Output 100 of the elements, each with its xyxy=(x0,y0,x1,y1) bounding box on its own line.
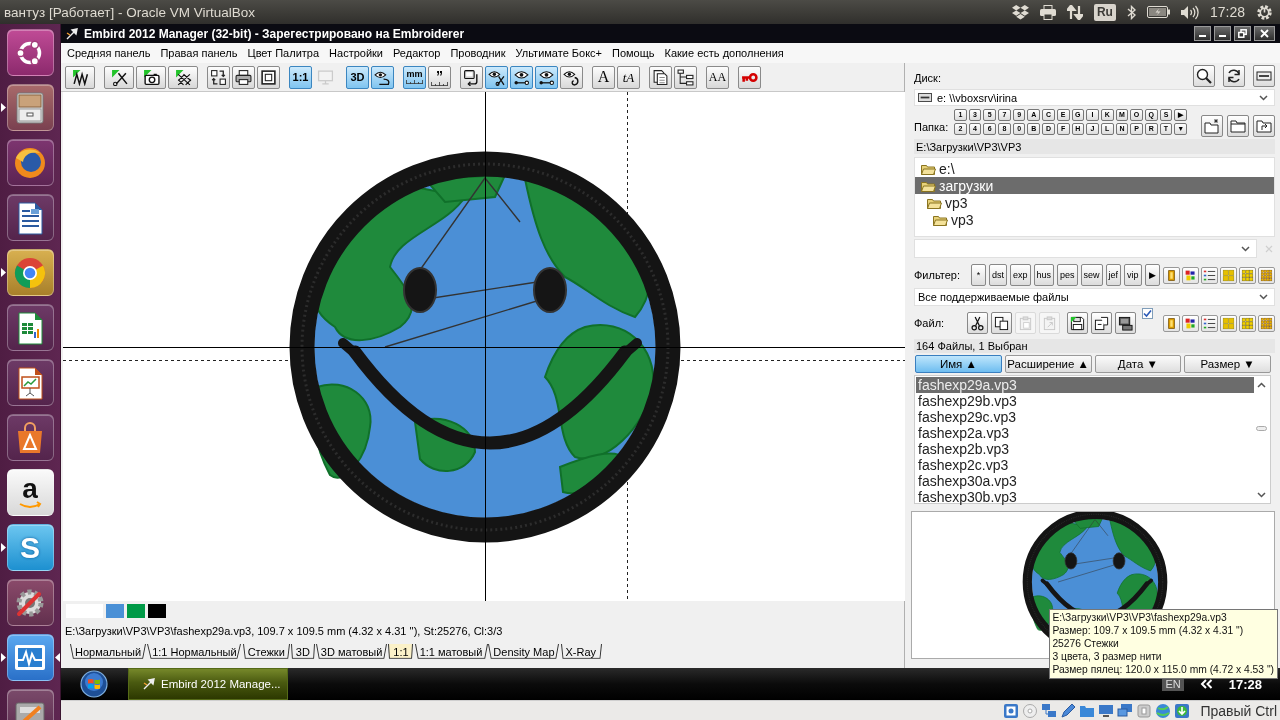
file-item[interactable]: fashexp2b.vp3 xyxy=(916,441,1254,457)
filter-button[interactable]: jef xyxy=(1105,264,1122,286)
zoom-button[interactable] xyxy=(1193,65,1215,87)
frame-button[interactable] xyxy=(257,65,280,89)
view-mode-button[interactable] xyxy=(1163,314,1180,332)
folder-up-button[interactable] xyxy=(1253,115,1275,137)
camera-button[interactable] xyxy=(136,65,166,89)
column-header[interactable]: Расширение ▲ xyxy=(1004,355,1092,373)
tree-item[interactable]: vp3 xyxy=(915,211,1274,228)
taskbar-clock[interactable]: 17:28 xyxy=(1228,676,1262,692)
drive-dropdown[interactable]: e: \\vboxsrv\irina xyxy=(914,89,1275,106)
launcher-item[interactable]: a xyxy=(6,469,54,516)
view-tab[interactable]: 1:1 Нормальный xyxy=(147,644,242,660)
launcher-item[interactable] xyxy=(6,29,54,76)
monitor-icon[interactable] xyxy=(1098,702,1115,719)
eye-button[interactable] xyxy=(510,65,533,89)
save-button[interactable] xyxy=(1067,312,1088,334)
font-size-button[interactable]: AA xyxy=(706,65,729,89)
eye-scissors-button[interactable] xyxy=(485,65,508,89)
text-tool-button[interactable]: tA xyxy=(617,65,640,89)
menu-item[interactable]: Проводник xyxy=(445,47,511,59)
file-item[interactable]: fashexp29b.vp3 xyxy=(916,393,1254,409)
units-button[interactable]: mm xyxy=(403,65,426,89)
menu-item[interactable]: Настройки xyxy=(324,47,388,59)
drive-button[interactable] xyxy=(1253,65,1275,87)
printer-icon[interactable] xyxy=(1039,4,1056,20)
gear-icon[interactable] xyxy=(1256,3,1273,21)
close-button[interactable] xyxy=(1254,26,1275,41)
print-button[interactable] xyxy=(232,65,255,89)
scroll-thumb[interactable] xyxy=(1256,426,1267,431)
file-item[interactable]: fashexp29a.vp3 xyxy=(916,377,1254,393)
file-item[interactable]: fashexp30a.vp3 xyxy=(916,473,1254,489)
new-folder-button[interactable] xyxy=(1201,115,1223,137)
menu-item[interactable]: Редактор xyxy=(388,47,446,59)
color-swatch[interactable] xyxy=(148,604,166,618)
filter-dropdown[interactable]: Все поддерживаемые файлы xyxy=(914,288,1275,306)
3d-view-button[interactable]: 3D xyxy=(346,65,369,89)
view-tab[interactable]: Стежки xyxy=(242,644,290,660)
view-tab[interactable]: X-Ray xyxy=(560,644,602,660)
launcher-item[interactable] xyxy=(6,139,54,186)
launcher-item[interactable] xyxy=(6,249,54,296)
chevron-up-icon[interactable] xyxy=(1257,382,1266,388)
filter-button[interactable]: pes xyxy=(1057,264,1078,286)
minimize-button[interactable] xyxy=(1214,26,1231,41)
cross-stitch-button[interactable] xyxy=(168,65,198,89)
launcher-item[interactable] xyxy=(6,414,54,461)
file-item[interactable]: fashexp2c.vp3 xyxy=(916,457,1254,473)
view-tab[interactable]: 3D матовый xyxy=(315,644,388,660)
view-mode-button[interactable] xyxy=(1258,266,1275,284)
tree-item[interactable]: vp3 xyxy=(915,194,1274,211)
menu-item[interactable]: Средняя панель xyxy=(62,47,156,59)
taskbar-button[interactable]: Embird 2012 Manage... xyxy=(128,668,288,700)
bluetooth-icon[interactable] xyxy=(1126,4,1136,20)
view-mode-button[interactable] xyxy=(1258,314,1275,332)
stitch-cut-button[interactable] xyxy=(104,65,134,89)
key-button[interactable] xyxy=(738,65,761,89)
file-item[interactable]: fashexp30b.vp3 xyxy=(916,489,1254,505)
send-button[interactable] xyxy=(1115,312,1136,334)
cut-button[interactable] xyxy=(967,312,988,334)
filter-button[interactable]: exp xyxy=(1010,264,1031,286)
clock[interactable]: 17:28 xyxy=(1209,4,1245,20)
start-button[interactable] xyxy=(79,669,109,699)
menu-item[interactable]: Цвет Палитра xyxy=(242,47,325,59)
minimize-button[interactable] xyxy=(1194,26,1211,41)
chevron-down-icon[interactable] xyxy=(1257,492,1266,498)
stitch-button[interactable] xyxy=(65,65,95,89)
checkbox[interactable] xyxy=(1142,308,1153,319)
view-mode-button[interactable] xyxy=(1201,266,1218,284)
pages-button[interactable] xyxy=(649,65,672,89)
launcher-item[interactable] xyxy=(6,634,54,681)
view-mode-button[interactable] xyxy=(1163,266,1180,284)
view-mode-button[interactable] xyxy=(1182,314,1199,332)
pen-icon[interactable] xyxy=(1060,702,1077,719)
launcher-item[interactable] xyxy=(6,304,54,351)
up-down-arrows-icon[interactable] xyxy=(1066,4,1083,20)
scale-button[interactable]: 1:1 xyxy=(289,65,312,89)
launcher-item[interactable] xyxy=(6,359,54,406)
view-tab[interactable]: 3D xyxy=(290,644,315,660)
filter-button[interactable]: dst xyxy=(989,264,1007,286)
text-button[interactable]: A xyxy=(592,65,615,89)
filter-button[interactable]: vip xyxy=(1124,264,1142,286)
file-item[interactable]: fashexp2a.vp3 xyxy=(916,425,1254,441)
eye-figure-button[interactable] xyxy=(371,65,394,89)
view-mode-button[interactable] xyxy=(1182,266,1199,284)
column-header[interactable]: Дата ▼ xyxy=(1094,355,1182,373)
filter-button[interactable]: ▶ xyxy=(1144,264,1160,286)
speaker-icon[interactable] xyxy=(1180,4,1199,20)
menu-item[interactable]: Ультимате Бокс+ xyxy=(510,47,608,59)
folder-button[interactable] xyxy=(1227,115,1249,137)
menu-item[interactable]: Какие есть дополнения xyxy=(659,47,789,59)
keyboard-layout-indicator[interactable]: Ru xyxy=(1093,3,1116,21)
file-item[interactable]: fashexp29c.vp3 xyxy=(916,409,1254,425)
copy-button[interactable] xyxy=(991,312,1012,334)
launcher-item[interactable] xyxy=(6,194,54,241)
filter-button[interactable]: hus xyxy=(1033,264,1055,286)
view-tab[interactable]: 1:1 матовый xyxy=(414,644,488,660)
column-header[interactable]: Имя ▲ xyxy=(915,355,1002,373)
menu-item[interactable]: Правая панель xyxy=(155,47,243,59)
launcher-item[interactable] xyxy=(6,84,54,131)
inch-units-button[interactable]: ” xyxy=(428,65,451,89)
